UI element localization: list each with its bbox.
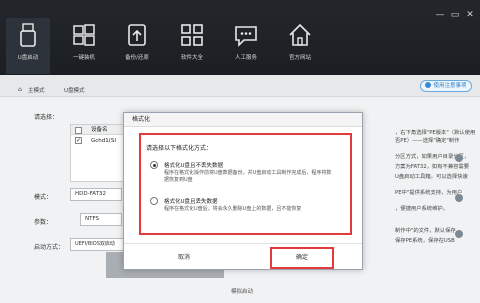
param-label: 参数： [34,219,53,226]
confirm-button[interactable]: 确定 [274,250,330,266]
note-line-1: ，右下角选择"PE版本"（默认使用 [395,130,476,136]
software-grid-icon [181,24,203,46]
info-icon [425,82,432,88]
note-line-4: 方案为FAT32，如有不兼容需要 [395,164,470,170]
keep-data-radio[interactable] [150,161,158,169]
usage-notes-button[interactable]: 使用注意事项 [420,80,472,92]
cancel-button[interactable]: 取消 [164,250,204,266]
boot-select[interactable]: UEFI/BIOS双启动 [70,238,126,251]
note-line-6: PE中"提供系统支持，为用户 [395,190,463,196]
nav-label: 官方网站 [288,55,311,61]
simulate-boot-link[interactable]: 模拟启动 [231,287,253,295]
dialog-footer: 取消 确定 [124,243,362,270]
usb-drive-icon [20,23,36,47]
help-circle-icon[interactable] [455,230,463,238]
windows-logo-icon [73,24,95,46]
home-website-icon [289,23,311,46]
table-row[interactable]: Gchd1(SI [71,135,129,147]
nav-backup-restore[interactable]: 备份/还原 [115,22,159,72]
note-line-5: U盘启动工具箱，可以选择快速 [395,174,468,180]
nav-label: 一键装机 [72,55,95,61]
device-checkbox[interactable] [75,135,82,147]
home-icon: ⌂ [18,86,22,93]
mode-select[interactable]: HDD-FAT32 [70,188,122,201]
device-table: 设备名 Gchd1(SI [70,124,130,182]
nav-official-site[interactable]: 官方网站 [278,22,322,72]
help-circle-icon[interactable] [455,154,463,162]
nav-label: 软件大全 [180,55,203,61]
lose-data-radio[interactable] [150,197,158,205]
table-header: 设备名 [71,125,129,135]
usage-notes-label: 使用注意事项 [433,83,467,89]
keep-data-option[interactable]: 格式化U盘且不丢失数据 [164,161,223,169]
nav-software[interactable]: 软件大全 [170,22,214,72]
format-dialog: 格式化 请选择以下格式化方式： 格式化U盘且不丢失数据 程序在格式化操作前将U盘… [123,112,363,270]
lose-data-description: 程序在格式化U盘后，将会永久删除U盘上的数据，且不能恢复 [164,206,302,212]
help-circle-icon[interactable] [455,194,463,202]
lose-data-option[interactable]: 格式化U盘且丢失数据 [164,197,218,205]
note-line-8: 制作中"的文件，默认保存 [395,228,456,234]
nav-label: 备份/还原 [125,55,149,61]
device-name: Gchd1(SI [91,138,117,144]
note-line-9: 保存PE系统，保存在USB [395,238,455,244]
dialog-question: 请选择以下格式化方式： [146,145,213,152]
main-mode-tab[interactable]: 主模式 [28,86,45,94]
nav-usb-boot[interactable]: U盘启动 [6,18,50,74]
mode-label: 模式： [34,194,53,201]
usb-mode-tab[interactable]: U盘模式 [64,86,85,94]
chat-service-icon [235,26,257,47]
backup-restore-icon [128,24,146,46]
dialog-title: 格式化 [124,113,362,127]
note-line-2: 否PE）——选择"确定"制作 [395,138,460,144]
param-select[interactable]: NTFS [80,213,122,226]
maximize-button[interactable]: ▭ [449,10,461,20]
minimize-button[interactable]: — [434,10,446,20]
close-button[interactable]: ✕ [464,10,476,20]
table-header-label: 设备名 [91,127,108,133]
select-label: 请选择： [34,114,59,121]
keep-data-description: 程序在格式化操作前将U盘数据备份，并U盘启动工具制作完成后，程序将数据恢复到U盘 [164,170,332,183]
nav-service[interactable]: 人工服务 [224,22,268,72]
select-all-checkbox[interactable] [75,127,82,134]
nav-label: 人工服务 [234,55,257,61]
boot-label: 启动方式： [34,244,65,251]
nav-label: U盘启动 [17,55,39,61]
nav-one-click-install[interactable]: 一键装机 [62,22,106,72]
note-line-7: ，便捷用户系统维护。 [395,206,448,212]
